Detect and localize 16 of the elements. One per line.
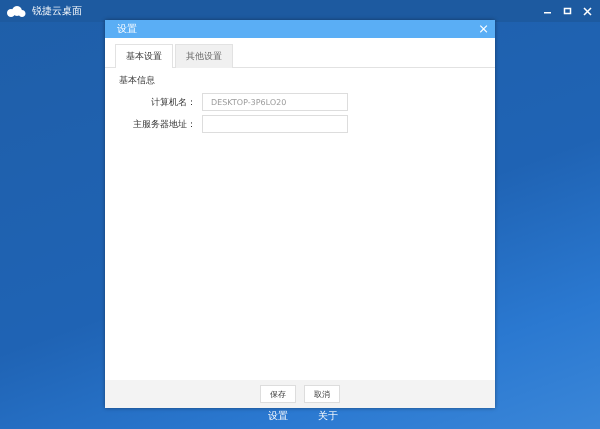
- dialog-title: 设置: [117, 22, 138, 36]
- tab[interactable]: 其他设置: [175, 44, 233, 68]
- nav-item[interactable]: 关于: [318, 409, 338, 423]
- save-button[interactable]: 保存: [260, 385, 296, 403]
- cloud-logo-icon: [6, 6, 26, 16]
- input-field[interactable]: DESKTOP-3P6LO20: [202, 93, 348, 111]
- tab[interactable]: 基本设置: [115, 44, 173, 68]
- nav-item[interactable]: 设置: [268, 409, 288, 423]
- field-label: 主服务器地址：: [132, 118, 196, 130]
- section-heading: 基本信息: [119, 74, 156, 87]
- field-label: 计算机名：: [150, 96, 196, 108]
- app-title: 锐捷云桌面: [32, 4, 83, 18]
- close-icon[interactable]: [582, 6, 592, 16]
- maximize-icon[interactable]: [562, 6, 572, 16]
- cancel-button[interactable]: 取消: [304, 385, 340, 403]
- input-field[interactable]: [202, 115, 348, 133]
